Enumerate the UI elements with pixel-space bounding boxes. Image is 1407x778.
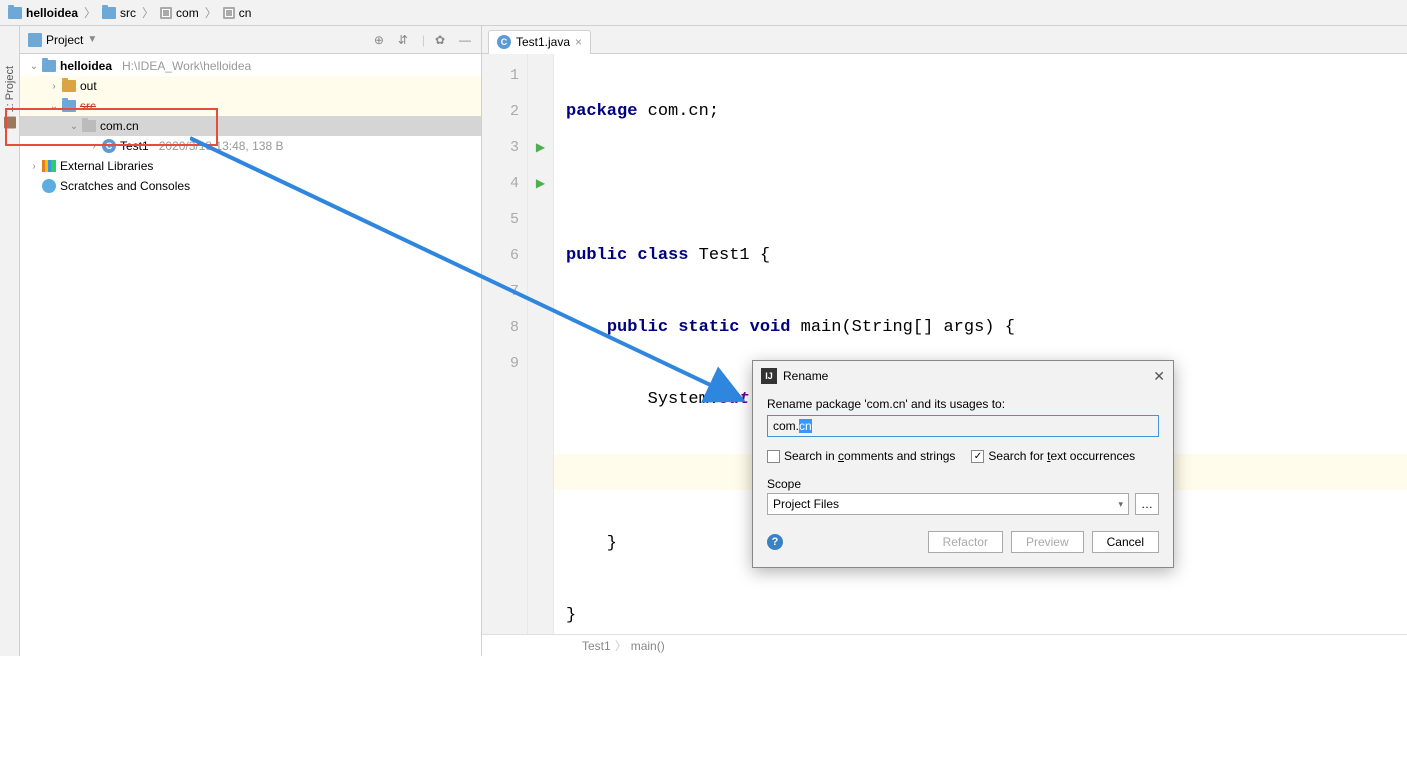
editor-tab-bar: C Test1.java × [482,26,1407,54]
search-text-checkbox[interactable]: ✓Search for text occurrences [971,449,1135,463]
chevron-down-icon: ▾ [1118,499,1123,510]
project-panel-header: Project ▼ ⊕ ⇵ | ✿ — [20,26,481,54]
close-icon[interactable]: ✕ [1153,368,1165,385]
java-class-icon: C [102,139,116,153]
expand-arrow-icon[interactable]: ⌄ [26,61,42,72]
expand-arrow-icon[interactable]: › [26,161,42,172]
expand-arrow-icon[interactable]: › [86,141,102,152]
project-header-icon [28,33,42,47]
chevron-down-icon[interactable]: ▼ [87,34,97,45]
tool-window-stripe[interactable]: 1: Project [0,26,20,656]
tree-node-src[interactable]: ⌄ src [20,96,481,116]
breadcrumb-sep: 〉 [80,4,100,21]
run-line-marker-icon[interactable]: ▶ [528,130,553,166]
project-header-title[interactable]: Project [46,33,83,47]
expand-arrow-icon[interactable]: ⌄ [66,121,82,132]
project-tree[interactable]: ⌄ helloideaH:\IDEA_Work\helloidea › out … [20,54,481,656]
java-class-icon: C [497,35,511,49]
hide-icon[interactable]: — [459,33,473,47]
scratches-icon [42,179,56,193]
scope-label: Scope [767,477,1159,491]
breadcrumb-bar: helloidea 〉 src 〉 com 〉 cn [0,0,1407,26]
breadcrumb-sep: 〉 [201,4,221,21]
preview-button[interactable]: Preview [1011,531,1084,553]
collapse-all-icon[interactable]: ⇵ [398,33,412,47]
rename-input[interactable]: com.cn [767,415,1159,437]
expand-arrow-icon[interactable]: › [46,81,62,92]
project-folder-icon [42,60,56,72]
project-tool-tab[interactable]: 1: Project [4,66,16,128]
package-icon [82,120,96,132]
close-tab-icon[interactable]: × [575,35,582,49]
editor-tab-label: Test1.java [516,35,570,49]
scope-dropdown[interactable]: Project Files▾ [767,493,1129,515]
run-gutter: ▶ ▶ [528,54,554,634]
gear-icon[interactable]: ✿ [435,33,449,47]
breadcrumb-item-cn[interactable]: cn [221,6,254,20]
source-folder-icon [62,100,76,112]
tree-node-package[interactable]: ⌄ com.cn [20,116,481,136]
package-icon [160,7,172,19]
breadcrumb-item-com[interactable]: com [158,6,201,20]
package-icon [223,7,235,19]
folder-icon [62,80,76,92]
libraries-icon [42,160,56,172]
tree-node-out[interactable]: › out [20,76,481,96]
breadcrumb-item-root[interactable]: helloidea [6,6,80,20]
tree-node-external-libraries[interactable]: › External Libraries [20,156,481,176]
cancel-button[interactable]: Cancel [1092,531,1159,553]
run-line-marker-icon[interactable]: ▶ [528,166,553,202]
scope-more-button[interactable]: … [1135,493,1159,515]
refactor-button[interactable]: Refactor [928,531,1003,553]
app-logo-icon: IJ [761,368,777,384]
breadcrumb-sep: 〉 [138,4,158,21]
folder-icon [8,7,22,19]
breadcrumb-item-src[interactable]: src [100,6,138,20]
rename-prompt-label: Rename package 'com.cn' and its usages t… [767,397,1159,411]
project-panel: Project ▼ ⊕ ⇵ | ✿ — ⌄ helloideaH:\IDEA_W… [20,26,482,656]
tree-node-class[interactable]: › CTest12020/3/18 13:48, 138 B [20,136,481,156]
tree-node-project-root[interactable]: ⌄ helloideaH:\IDEA_Work\helloidea [20,56,481,76]
rename-dialog: IJ Rename ✕ Rename package 'com.cn' and … [752,360,1174,568]
tree-node-scratches[interactable]: › Scratches and Consoles [20,176,481,196]
expand-arrow-icon[interactable]: ⌄ [46,101,62,112]
project-tab-icon [4,116,16,128]
folder-icon [102,7,116,19]
dialog-titlebar[interactable]: IJ Rename ✕ [753,361,1173,391]
editor-tab[interactable]: C Test1.java × [488,30,591,54]
search-comments-checkbox[interactable]: Search in comments and strings [767,449,955,463]
dialog-title: Rename [783,369,1147,383]
line-number-gutter: 123456789 [482,54,528,634]
help-icon[interactable]: ? [767,534,783,550]
locate-icon[interactable]: ⊕ [374,33,388,47]
